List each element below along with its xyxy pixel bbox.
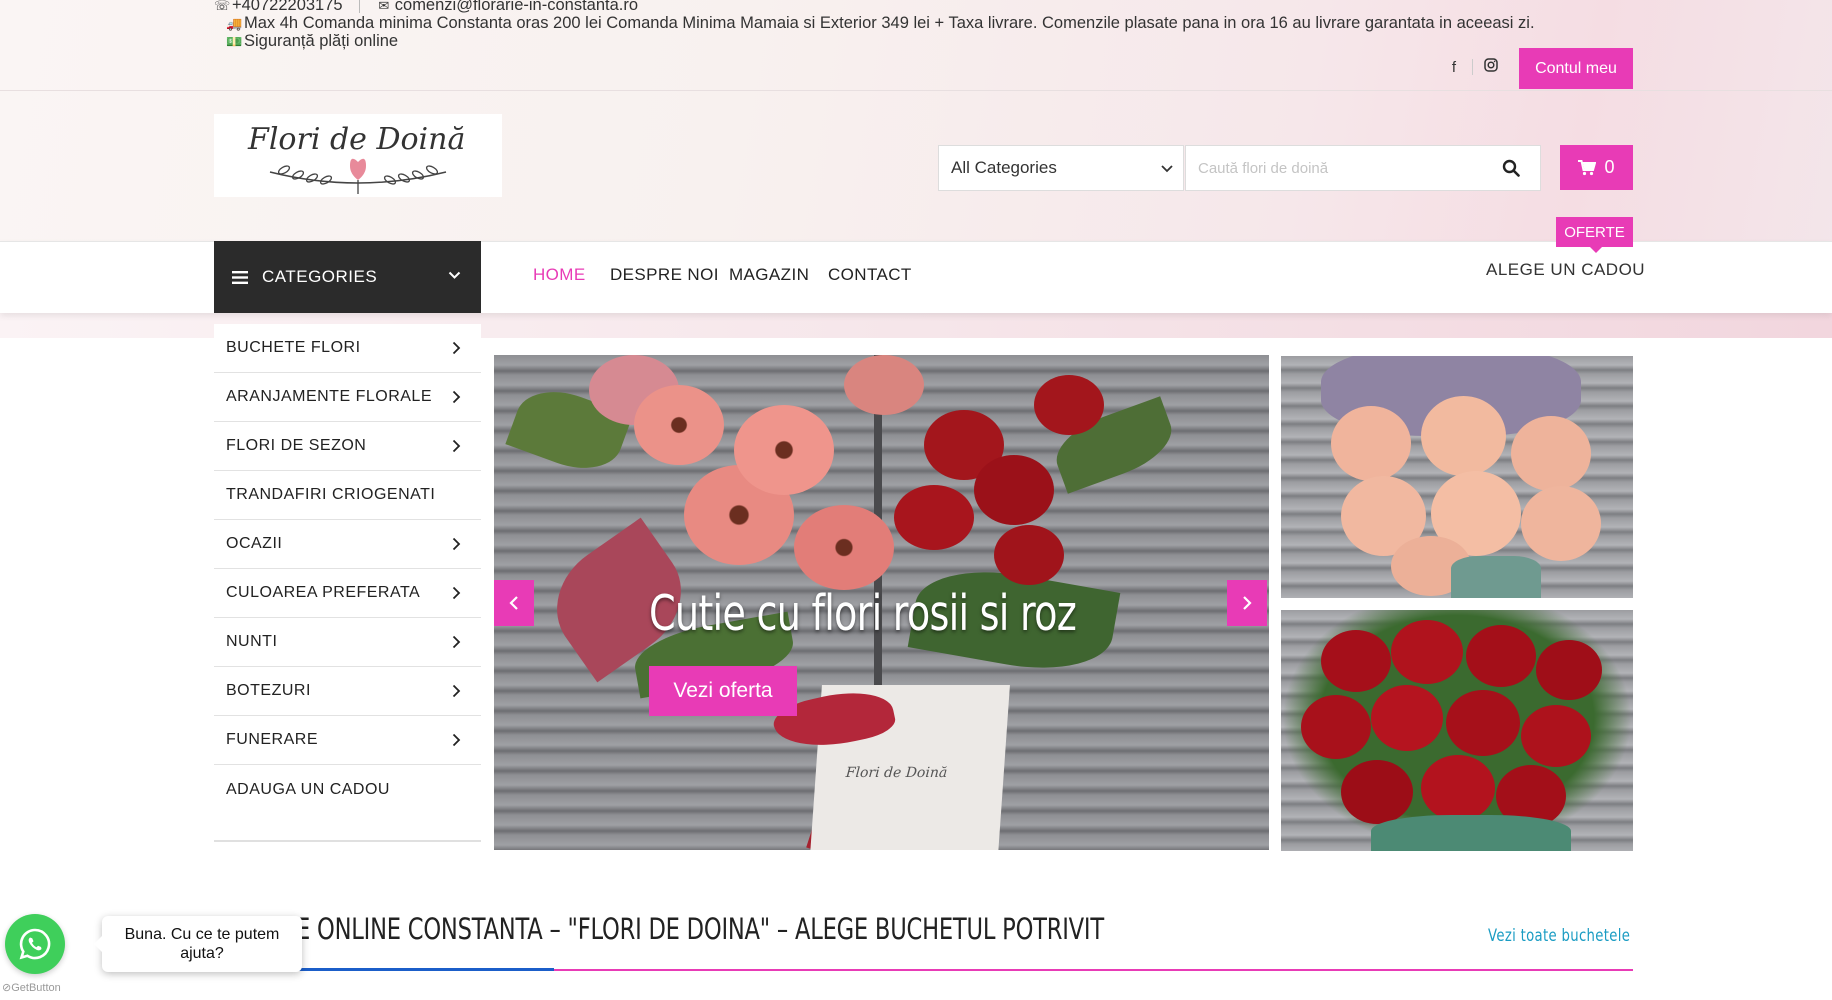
chevron-down-icon [1161,158,1173,178]
box-logo-text: Flori de Doină [845,765,948,781]
slider-next-button[interactable] [1227,580,1267,626]
category-item-funerare[interactable]: FUNERARE [214,716,481,765]
category-item-culoarea-preferata[interactable]: CULOAREA PREFERATA [214,569,481,618]
chevron-right-icon [452,635,461,654]
categories-toggle[interactable]: CATEGORIES [214,241,481,313]
category-label: ADAUGA UN CADOU [226,780,390,798]
envelope-icon: ✉ [378,0,390,13]
banner-red-roses[interactable] [1281,610,1633,851]
category-item-adauga-un-cadou[interactable]: ADAUGA UN CADOU [214,765,481,814]
truck-icon: 🚚 [226,16,243,31]
chevron-right-icon [1243,596,1252,610]
category-label: OCAZII [226,535,283,552]
nav-magazin[interactable]: MAGAZIN [729,265,809,285]
instagram-icon[interactable] [1473,58,1509,76]
chevron-right-icon [452,586,461,605]
chevron-right-icon [452,390,461,409]
cart-count: 0 [1604,157,1615,177]
getbutton-brand[interactable]: ⊘GetButton [2,981,61,994]
email-link[interactable]: comenzi@florarie-in-constanta.ro [395,0,638,14]
offers-badge: OFERTE [1556,217,1633,253]
slide-offer-button[interactable]: Vezi oferta [649,666,797,716]
category-item-ocazii[interactable]: OCAZII [214,520,481,569]
slider-prev-button[interactable] [494,580,534,626]
slide-title: Cutie cu flori rosii si roz [649,585,1077,642]
category-item-nunti[interactable]: NUNTI [214,618,481,667]
category-label: BUCHETE FLORI [226,339,361,356]
social-links: f [1436,58,1509,76]
hamburger-icon [232,270,248,284]
search-button[interactable] [1486,146,1536,190]
category-label: CULOAREA PREFERATA [226,584,421,601]
logo-wreath-icon [269,158,447,194]
category-select[interactable]: All Categories [938,145,1184,191]
category-item-flori-de-sezon[interactable]: FLORI DE SEZON [214,422,481,471]
whatsapp-button[interactable] [5,914,65,974]
nav-contact[interactable]: CONTACT [828,265,912,285]
nav-despre-noi[interactable]: DESPRE NOI [610,265,719,285]
site-logo[interactable]: Flori de Doină [214,114,502,197]
category-label: FUNERARE [226,731,319,748]
category-item-trandafiri-criogenati[interactable]: TRANDAFIRI CRIOGENATI [214,471,481,520]
cart-icon [1578,159,1597,175]
chevron-right-icon [452,537,461,556]
category-item-aranjamente-florale[interactable]: ARANJAMENTE FLORALE [214,373,481,422]
search-input[interactable] [1186,159,1486,177]
phone-icon: ☏ [214,0,231,13]
money-icon: 💵 [226,34,243,49]
category-select-value: All Categories [951,158,1057,177]
see-all-bouquets-link[interactable]: Vezi toate buchetele [1488,926,1630,946]
chevron-down-icon [448,267,461,285]
category-list: BUCHETE FLORI ARANJAMENTE FLORALE FLORI … [214,324,481,842]
chevron-right-icon [452,684,461,703]
gift-link[interactable]: ALEGE UN CADOU [1486,260,1645,280]
category-label: ARANJAMENTE FLORALE [226,388,432,405]
search-box [1185,145,1541,191]
my-account-button[interactable]: Contul meu [1519,48,1633,89]
hero-slider[interactable]: Flori de Doină Cutie cu flori rosii si r… [494,355,1269,850]
secure-payments-text: Siguranță plăți online [244,32,399,50]
chevron-right-icon [452,439,461,458]
divider [359,0,361,13]
whatsapp-message-bubble[interactable]: Buna. Cu ce te putem ajuta? [94,916,302,972]
phone-link[interactable]: +40722203175 [232,0,343,14]
search-icon [1502,159,1520,177]
getbutton-label: GetButton [11,982,61,994]
delivery-note: Max 4h Comanda minima Constanta oras 200… [244,14,1535,32]
facebook-icon[interactable]: f [1436,59,1472,76]
chevron-left-icon [509,596,518,610]
category-label: BOTEZURI [226,682,311,699]
category-label: FLORI DE SEZON [226,437,367,454]
category-item-buchete-flori[interactable]: BUCHETE FLORI [214,324,481,373]
section-title: E ONLINE CONSTANTA – "FLORI DE DOINA" – … [296,912,1104,946]
cart-button[interactable]: 0 [1560,145,1633,190]
chevron-right-icon [452,733,461,752]
categories-label: CATEGORIES [262,267,378,286]
whatsapp-icon [19,928,51,960]
chevron-right-icon [452,341,461,360]
category-label: NUNTI [226,633,278,650]
category-label: TRANDAFIRI CRIOGENATI [226,486,436,503]
category-item-botezuri[interactable]: BOTEZURI [214,667,481,716]
nav-home[interactable]: HOME [533,265,586,285]
divider [0,90,1832,91]
banner-peach-roses[interactable] [1281,356,1633,598]
